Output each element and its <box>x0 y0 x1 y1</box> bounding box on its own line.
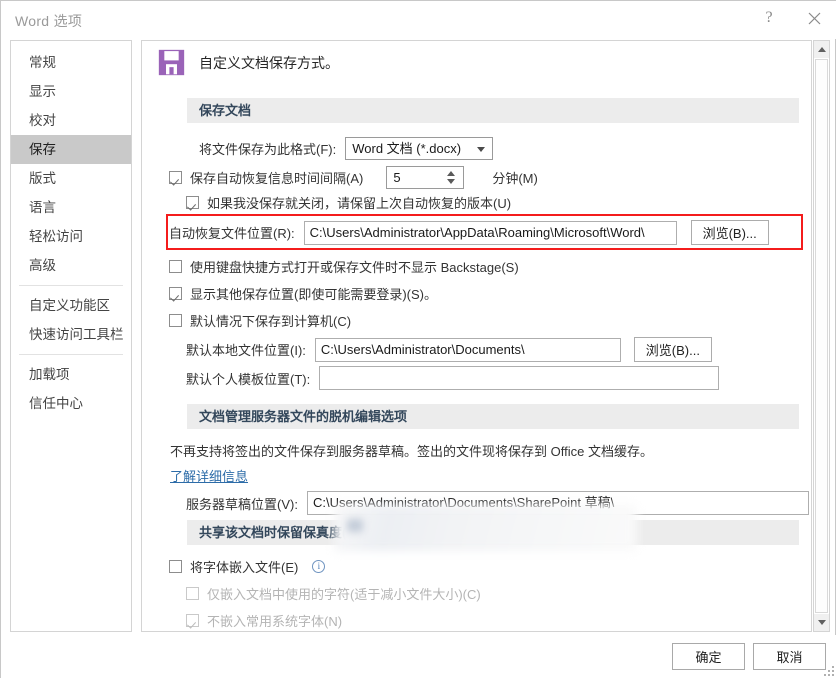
sidebar: 常规 显示 校对 保存 版式 语言 轻松访问 高级 自定义功能区 快速访问工具栏… <box>10 40 132 632</box>
triangle-down-icon <box>817 620 826 625</box>
title-bar: Word 选项 ? <box>1 1 836 39</box>
sidebar-item-general[interactable]: 常规 <box>11 48 131 77</box>
no-backstage-checkbox[interactable] <box>169 260 182 273</box>
keep-last-autorecover-label: 如果我没保存就关闭，请保留上次自动恢复的版本(U) <box>207 196 512 211</box>
show-other-locations-label: 显示其他保存位置(即使可能需要登录)(S)。 <box>190 287 437 302</box>
cancel-button[interactable]: 取消 <box>753 643 826 670</box>
section-header-save-documents: 保存文档 <box>187 98 799 123</box>
save-format-select[interactable]: Word 文档 (*.docx) <box>345 137 494 160</box>
stepper-down-icon[interactable] <box>447 179 456 184</box>
sidebar-item-save[interactable]: 保存 <box>11 135 131 164</box>
no-backstage-row: 使用键盘快捷方式打开或保存文件时不显示 Backstage(S) <box>169 257 519 276</box>
no-common-system-fonts-row: 不嵌入常用系统字体(N) <box>186 611 342 630</box>
close-icon[interactable] <box>791 1 836 35</box>
section-header-offline-editing: 文档管理服务器文件的脱机编辑选项 <box>187 404 799 429</box>
no-backstage-label: 使用键盘快捷方式打开或保存文件时不显示 Backstage(S) <box>190 260 519 275</box>
chevron-down-icon <box>477 147 486 152</box>
autorecover-path-row: 自动恢复文件位置(R): C:\Users\Administrator\AppD… <box>169 220 769 245</box>
no-common-system-fonts-checkbox <box>186 614 199 627</box>
sidebar-divider <box>19 285 123 286</box>
sidebar-item-language[interactable]: 语言 <box>11 193 131 222</box>
ok-button[interactable]: 确定 <box>672 643 745 670</box>
autorecover-interval-label: 保存自动恢复信息时间间隔(A) <box>190 171 364 186</box>
floppy-disk-save-icon <box>158 49 185 76</box>
sidebar-item-trust-center[interactable]: 信任中心 <box>11 389 131 418</box>
sidebar-item-proofing[interactable]: 校对 <box>11 106 131 135</box>
autorecover-interval-row: 保存自动恢复信息时间间隔(A) 5 分钟(M) <box>169 166 538 189</box>
personal-template-path-row: 默认个人模板位置(T): <box>186 366 720 390</box>
autorecover-minutes-stepper[interactable]: 5 <box>386 166 465 189</box>
autorecover-path-browse-button[interactable]: 浏览(B)... <box>690 220 769 245</box>
local-file-path-input[interactable]: C:\Users\Administrator\Documents\ <box>314 337 621 362</box>
redacted-region <box>334 505 637 551</box>
local-file-path-row: 默认本地文件位置(I): C:\Users\Administrator\Docu… <box>186 337 712 362</box>
sidebar-item-customize-ribbon[interactable]: 自定义功能区 <box>11 291 131 320</box>
redacted-region-blob <box>347 519 363 532</box>
embed-used-chars-checkbox <box>186 587 199 600</box>
server-draft-path-label: 服务器草稿位置(V): <box>186 496 298 512</box>
scrollbar-thumb[interactable] <box>815 59 828 613</box>
save-format-value: Word 文档 (*.docx) <box>352 141 462 156</box>
sidebar-item-ease-of-access[interactable]: 轻松访问 <box>11 222 131 251</box>
sidebar-item-display[interactable]: 显示 <box>11 77 131 106</box>
sidebar-item-advanced[interactable]: 高级 <box>11 251 131 280</box>
show-other-locations-checkbox[interactable] <box>169 287 182 300</box>
learn-more-link[interactable]: 了解详细信息 <box>170 466 248 485</box>
autorecover-minutes-value: 5 <box>393 170 401 185</box>
keep-last-autorecover-checkbox[interactable] <box>186 196 199 209</box>
embed-fonts-checkbox[interactable] <box>169 560 182 573</box>
options-content-panel: 自定义文档保存方式。 保存文档 将文件保存为此格式(F): Word 文档 (*… <box>141 40 812 632</box>
resize-grip[interactable] <box>824 666 834 676</box>
dialog-footer: 确定 取消 <box>1 635 836 678</box>
embed-used-chars-row: 仅嵌入文档中使用的字符(适于减小文件大小)(C) <box>186 584 481 603</box>
help-icon[interactable]: ? <box>746 1 792 35</box>
embed-used-chars-label: 仅嵌入文档中使用的字符(适于减小文件大小)(C) <box>207 587 481 602</box>
page-title: 自定义文档保存方式。 <box>199 54 339 71</box>
sidebar-item-layout[interactable]: 版式 <box>11 164 131 193</box>
autorecover-interval-checkbox[interactable] <box>169 171 182 184</box>
offline-editing-description: 不再支持将签出的文件保存到服务器草稿。签出的文件现将保存到 Office 文档缓… <box>170 444 653 459</box>
autorecover-path-input[interactable]: C:\Users\Administrator\AppData\Roaming\M… <box>303 220 677 245</box>
embed-fonts-label: 将字体嵌入文件(E) <box>190 560 299 575</box>
stepper-up-icon[interactable] <box>447 171 456 176</box>
embed-fonts-row: 将字体嵌入文件(E) i <box>169 557 326 576</box>
save-to-computer-checkbox[interactable] <box>169 314 182 327</box>
sidebar-divider <box>19 354 123 355</box>
save-to-computer-row: 默认情况下保存到计算机(C) <box>169 311 351 330</box>
window-title: Word 选项 <box>15 13 83 29</box>
sidebar-item-add-ins[interactable]: 加载项 <box>11 360 131 389</box>
local-file-path-browse-button[interactable]: 浏览(B)... <box>633 337 712 362</box>
sidebar-item-quick-access-toolbar[interactable]: 快速访问工具栏 <box>11 320 131 349</box>
scroll-up-button[interactable] <box>814 41 829 58</box>
autorecover-path-label: 自动恢复文件位置(R): <box>169 226 295 241</box>
show-other-locations-row: 显示其他保存位置(即使可能需要登录)(S)。 <box>169 284 437 303</box>
word-options-dialog: Word 选项 ? 常规 显示 校对 保存 版式 语言 轻松访问 高级 自定义功… <box>0 0 836 678</box>
local-file-path-label: 默认本地文件位置(I): <box>186 343 306 358</box>
page-heading-row: 自定义文档保存方式。 <box>158 49 339 76</box>
no-common-system-fonts-label: 不嵌入常用系统字体(N) <box>207 614 343 629</box>
minutes-label: 分钟(M) <box>492 171 538 186</box>
keep-last-autorecover-row: 如果我没保存就关闭，请保留上次自动恢复的版本(U) <box>186 193 511 212</box>
save-to-computer-label: 默认情况下保存到计算机(C) <box>190 314 352 329</box>
scroll-down-button[interactable] <box>814 614 829 631</box>
save-format-label: 将文件保存为此格式(F): <box>199 142 337 157</box>
personal-template-path-label: 默认个人模板位置(T): <box>186 371 311 387</box>
vertical-scrollbar[interactable] <box>813 40 830 632</box>
personal-template-path-input[interactable] <box>319 366 720 390</box>
info-circle-icon[interactable]: i <box>312 560 326 573</box>
save-format-row: 将文件保存为此格式(F): Word 文档 (*.docx) <box>199 137 494 160</box>
triangle-up-icon <box>817 47 826 52</box>
